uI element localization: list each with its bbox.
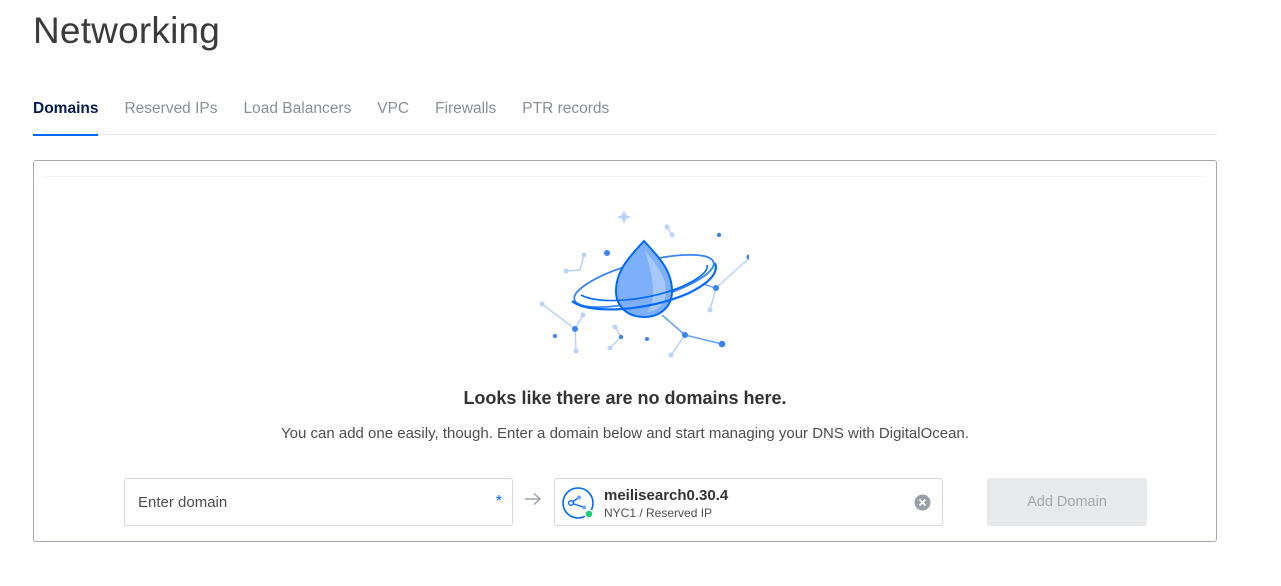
tab-load-balancers[interactable]: Load Balancers (244, 88, 352, 135)
resource-subtitle: NYC1 / Reserved IP (604, 506, 713, 520)
arrow-right-icon (525, 492, 542, 506)
tab-firewalls[interactable]: Firewalls (435, 88, 496, 135)
tab-reserved-ips[interactable]: Reserved IPs (124, 88, 217, 135)
clear-icon[interactable] (914, 494, 931, 511)
resource-selector[interactable]: meilisearch0.30.4 NYC1 / Reserved IP (554, 478, 943, 526)
page-title: Networking (33, 10, 221, 51)
droplet-planet-illustration (539, 210, 749, 358)
resource-name: meilisearch0.30.4 (604, 487, 729, 504)
empty-state-title: Looks like there are no domains here. (463, 388, 787, 408)
domains-empty-panel: Looks like there are no domains here. Yo… (33, 160, 1217, 542)
reserved-ip-icon (562, 487, 594, 519)
tab-vpc[interactable]: VPC (377, 88, 409, 135)
domain-input[interactable] (125, 479, 512, 525)
networking-tabs: Domains Reserved IPs Load Balancers VPC … (33, 88, 1217, 136)
empty-state-text: You can add one easily, though. Enter a … (281, 425, 969, 442)
tab-domains[interactable]: Domains (33, 88, 99, 136)
add-domain-button[interactable]: Add Domain (987, 478, 1147, 526)
domain-input-field: * (124, 478, 513, 526)
empty-state: Looks like there are no domains here. Yo… (44, 176, 1206, 531)
tab-ptr-records[interactable]: PTR records (522, 88, 609, 135)
required-marker: * (495, 493, 502, 510)
